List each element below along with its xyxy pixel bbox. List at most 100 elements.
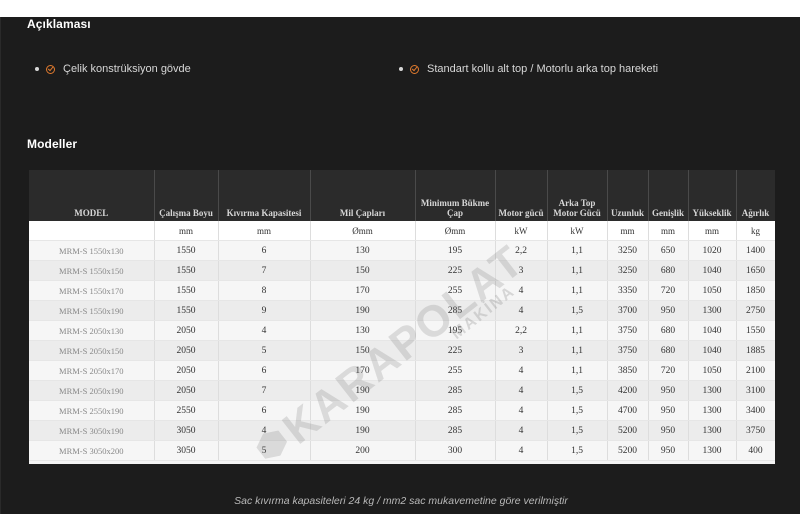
models-table-container: MODEL Çalışma Boyu Kıvırma Kapasitesi Mil Ç… [29,170,775,464]
table-cell: 6 [218,400,311,421]
table-row: MRM-S 3050x200 3050 5 200 300 4 1,5 5200 950 1300… [29,440,775,461]
table-row: MRM-S 1550x150 1550 7 150 225 3 1,1 3250 680 1040… [29,260,775,281]
model-name-cell: MRM-S 1550x190 [29,300,155,321]
table-cell: 3400 [736,400,775,421]
column-header: MODEL [29,170,155,221]
table-cell: 4 [495,300,548,321]
table-cell: 650 [648,240,689,261]
table-cell: 4 [218,420,311,441]
column-header: Mil Çapları [310,170,416,221]
table-cell: 150 [310,260,416,281]
table-cell: 3 [495,260,548,281]
table-cell: 2550 [154,400,219,421]
table-cell: 1300 [688,300,737,321]
table-cell: 1300 [688,400,737,421]
model-name-cell: MRM-S 2050x170 [29,360,155,381]
table-cell: 950 [648,440,689,461]
table-row: MRM-S 1550x170 1550 8 170 255 4 1,1 3350 720 1050… [29,280,775,301]
units-row: mm mm Ømm Ømm kW kW mm mm mm kg [29,221,775,241]
table-cell: 195 [415,320,496,341]
table-cell: 4700 [607,400,649,421]
table-cell: 225 [415,260,496,281]
table-cell: 285 [415,420,496,441]
model-name-cell: MRM-S 2050x130 [29,320,155,341]
table-cell: 3350 [607,280,649,301]
table-cell: 3850 [607,360,649,381]
models-heading: Modeller [27,137,78,151]
table-cell: 130 [310,240,416,261]
table-cell: 225 [415,340,496,361]
table-cell: 2050 [154,340,219,361]
table-cell: 720 [648,360,689,381]
table-cell: 720 [648,280,689,301]
capacity-footnote: Sac kıvırma kapasiteleri 24 kg / mm2 sac… [234,495,568,507]
table-cell: 2050 [154,360,219,381]
unit-cell: mm [688,221,737,241]
table-cell: 3700 [607,300,649,321]
table-cell: 5200 [607,420,649,441]
table-cell: 950 [648,420,689,441]
table-cell: 3100 [736,380,775,401]
table-cell: 170 [310,360,416,381]
table-cell: 190 [310,400,416,421]
table-cell: 200 [310,440,416,461]
table-row: MRM-S 1550x130 1550 6 130 195 2,2 1,1 3250 650 10… [29,240,775,261]
model-name-cell: MRM-S 2550x190 [29,400,155,421]
table-cell: 255 [415,280,496,301]
model-name-cell: MRM-S 1550x130 [29,240,155,261]
unit-cell: kW [495,221,548,241]
table-cell: 6 [218,360,311,381]
feature-text: Çelik konstrüksiyon gövde [63,63,191,75]
table-row: MRM-S 2550x190 2550 6 190 285 4 1,5 4700 950 1300… [29,400,775,421]
table-cell: 1550 [154,300,219,321]
table-cell: 1885 [736,340,775,361]
table-cell: 1400 [736,240,775,261]
table-cell: 3250 [607,260,649,281]
table-row: MRM-S 2050x130 2050 4 130 195 2,2 1,1 3750 680 10… [29,320,775,341]
column-header: Kıvırma Kapasitesi [218,170,311,221]
table-cell: 1050 [688,360,737,381]
table-header-row: MODEL Çalışma Boyu Kıvırma Kapasitesi Mil Ç… [29,170,775,221]
table-cell: 195 [415,240,496,261]
table-cell: 3750 [607,320,649,341]
table-cell: 3 [495,340,548,361]
table-cell: 4 [495,280,548,301]
table-cell: 1020 [688,240,737,261]
table-row: MRM-S 2050x170 2050 6 170 255 4 1,1 3850 720 1050… [29,360,775,381]
table-cell: 300 [415,440,496,461]
table-cell: 4 [218,320,311,341]
table-cell: 1,1 [547,260,608,281]
table-cell: 2050 [154,320,219,341]
table-cell: 8 [218,280,311,301]
table-cell: 3050 [154,440,219,461]
table-cell: 1040 [688,340,737,361]
description-heading: Açıklaması [27,17,91,31]
table-cell: 4 [495,360,548,381]
table-cell: 1040 [688,320,737,341]
check-circle-icon [46,64,55,74]
table-row: MRM-S 2050x150 2050 5 150 225 3 1,1 3750 680 1040… [29,340,775,361]
model-name-cell: MRM-S 3050x190 [29,420,155,441]
table-cell: 5200 [607,440,649,461]
table-cell: 3250 [607,240,649,261]
content-panel: Açıklaması Çelik konstrüksiyon gövde Sta… [0,17,800,514]
models-table: MODEL Çalışma Boyu Kıvırma Kapasitesi Mil Ç… [29,170,775,461]
table-cell: 2050 [154,380,219,401]
table-cell: 1,1 [547,240,608,261]
table-cell: 1,1 [547,340,608,361]
column-header: Motor gücü [495,170,548,221]
table-cell: 680 [648,320,689,341]
table-cell: 1,1 [547,320,608,341]
table-cell: 9 [218,300,311,321]
bullet-dot-icon [35,67,39,71]
table-cell: 7 [218,260,311,281]
feature-item: Standart kollu alt top / Motorlu arka to… [399,63,658,75]
table-cell: 400 [736,440,775,461]
table-cell: 150 [310,340,416,361]
table-cell: 680 [648,340,689,361]
table-cell: 5 [218,340,311,361]
table-row: MRM-S 3050x190 3050 4 190 285 4 1,5 5200 950 1300… [29,420,775,441]
unit-cell: mm [154,221,219,241]
table-cell: 2750 [736,300,775,321]
table-cell: 1650 [736,260,775,281]
